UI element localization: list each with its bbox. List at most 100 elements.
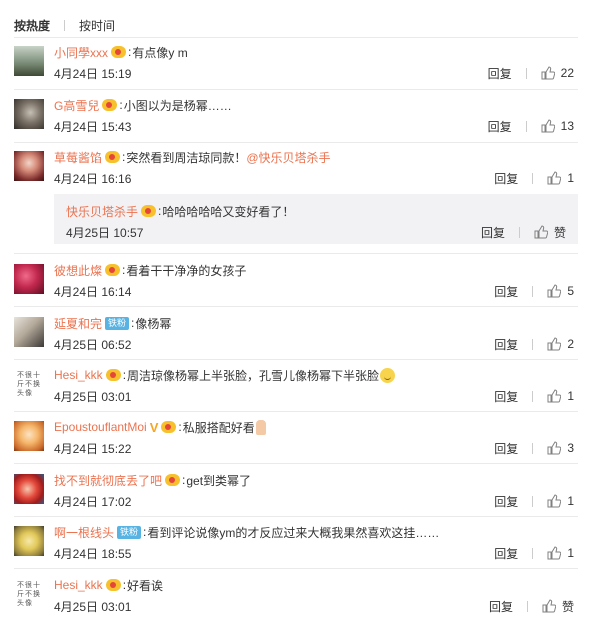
like-button[interactable]: 赞 xyxy=(534,224,566,241)
like-count: 赞 xyxy=(553,225,566,240)
fan-badge: 铁粉 xyxy=(117,525,142,539)
comment-time: 4月25日 10:57 xyxy=(66,225,144,240)
divider xyxy=(14,568,578,569)
avatar[interactable] xyxy=(14,264,44,294)
comment-item: G高雪兒 : 小图以为是杨幂…… 4月24日 15:43 回复 13 xyxy=(0,96,590,144)
like-button[interactable]: 1 xyxy=(547,546,574,560)
thumbs-up-icon xyxy=(547,171,562,185)
thumbs-up-icon xyxy=(547,441,562,455)
vip-heart-icon xyxy=(105,369,121,381)
thumbs-up-icon xyxy=(534,225,548,239)
comment-text: 周洁琼像杨幂上半张脸，孔雪儿像杨幂下半张脸 xyxy=(127,368,380,383)
thumbs-up-icon xyxy=(547,337,562,351)
divider xyxy=(14,37,578,38)
reply-button[interactable]: 回复 xyxy=(494,170,518,187)
comment-time: 4月25日 03:01 xyxy=(54,389,132,404)
avatar[interactable] xyxy=(14,46,44,76)
like-button[interactable]: 1 xyxy=(547,171,574,185)
like-button[interactable]: 1 xyxy=(547,389,574,403)
tab-sort-by-time[interactable]: 按时间 xyxy=(79,17,115,34)
mention-link[interactable]: @快乐贝塔杀手 xyxy=(246,149,330,166)
thumbs-up-icon xyxy=(547,546,562,560)
avatar[interactable] xyxy=(14,151,44,181)
reply-button[interactable]: 回复 xyxy=(494,493,518,510)
comment-text: 有点像y m xyxy=(132,45,188,60)
vip-heart-icon xyxy=(105,151,121,163)
comment-time: 4月24日 17:02 xyxy=(54,494,132,509)
reply-button[interactable]: 回复 xyxy=(489,598,513,615)
reply-button[interactable]: 回复 xyxy=(494,440,518,457)
vip-heart-icon xyxy=(105,579,121,591)
divider xyxy=(14,463,578,464)
username[interactable]: 草莓酱馅 xyxy=(54,149,102,166)
thumbs-up-icon xyxy=(547,389,562,403)
vip-heart-icon xyxy=(102,99,118,111)
username[interactable]: 彼想此燦 xyxy=(54,262,102,279)
reply-button[interactable]: 回复 xyxy=(494,336,518,353)
username[interactable]: EpoustouflantMoi xyxy=(54,420,147,434)
reply-button[interactable]: 回复 xyxy=(488,118,512,135)
comment-item: 不很十斤不换头像 Hesi_kkk : 好看诶 4月25日 03:01 回复 赞 xyxy=(0,576,590,623)
tab-separator xyxy=(64,19,66,31)
avatar[interactable] xyxy=(14,526,44,556)
comment-text: 像杨幂 xyxy=(135,316,172,331)
comment-item: 找不到就彻底丢了吧 : get到类幂了 4月24日 17:02 回复 1 xyxy=(0,471,590,519)
username[interactable]: 延夏和完 xyxy=(54,315,102,332)
like-count: 赞 xyxy=(561,599,574,614)
like-button[interactable]: 1 xyxy=(547,494,574,508)
vip-heart-icon xyxy=(141,205,157,217)
comment-text: 哈哈哈哈哈又变好看了！ xyxy=(162,204,295,219)
like-button[interactable]: 2 xyxy=(547,337,574,351)
comment-time: 4月24日 15:43 xyxy=(54,119,132,134)
username[interactable]: 小同學xxx xyxy=(54,44,108,61)
reply-button[interactable]: 回复 xyxy=(494,545,518,562)
comment-item: EpoustouflantMoi V : 私服搭配好看 4月24日 15:22 … xyxy=(0,418,590,466)
avatar[interactable]: 不很十斤不换头像 xyxy=(14,579,44,609)
avatar[interactable]: 不很十斤不换头像 xyxy=(14,369,44,399)
username[interactable]: 快乐贝塔杀手 xyxy=(66,203,138,220)
comment-text: 小图以为是杨幂…… xyxy=(123,98,232,113)
like-button[interactable]: 3 xyxy=(547,441,574,455)
like-count: 22 xyxy=(560,66,574,80)
thumbs-up-icon xyxy=(541,119,555,133)
comment-item: 延夏和完 铁粉 : 像杨幂 4月25日 06:52 回复 2 xyxy=(0,314,590,362)
comment-time: 4月24日 16:16 xyxy=(54,171,132,186)
comment-time: 4月24日 15:22 xyxy=(54,441,132,456)
username[interactable]: Hesi_kkk xyxy=(54,368,103,382)
username[interactable]: 找不到就彻底丢了吧 xyxy=(54,472,162,489)
reply-button[interactable]: 回复 xyxy=(494,388,518,405)
comment-text: 看到评论说像ym的才反应过来大概我果然喜欢这挂…… xyxy=(147,525,440,540)
like-count: 13 xyxy=(560,119,574,133)
like-button[interactable]: 赞 xyxy=(542,598,574,615)
comment-item: 啊一根线头 铁粉 : 看到评论说像ym的才反应过来大概我果然喜欢这挂…… 4月2… xyxy=(0,523,590,571)
like-button[interactable]: 22 xyxy=(541,66,574,80)
vip-heart-icon xyxy=(161,421,177,433)
avatar[interactable] xyxy=(14,99,44,129)
username[interactable]: G高雪兒 xyxy=(54,97,99,114)
like-button[interactable]: 13 xyxy=(541,119,574,133)
comment-text: 看着干干净净的女孩子 xyxy=(126,263,247,278)
username[interactable]: 啊一根线头 xyxy=(54,524,114,541)
tab-sort-by-hot[interactable]: 按热度 xyxy=(14,17,50,34)
avatar[interactable] xyxy=(14,421,44,451)
like-count: 5 xyxy=(567,284,574,298)
comment-time: 4月24日 16:14 xyxy=(54,284,132,299)
comment-item: 不很十斤不换头像 Hesi_kkk : 周洁琼像杨幂上半张脸，孔雪儿像杨幂下半张… xyxy=(0,366,590,414)
vip-heart-icon xyxy=(165,474,181,486)
thumbs-up-icon xyxy=(542,599,556,613)
like-count: 1 xyxy=(567,494,574,508)
comment-item: 草莓酱馅 : 突然看到周洁琼同款！ @快乐贝塔杀手 4月24日 16:16 回复… xyxy=(0,148,590,248)
username[interactable]: Hesi_kkk xyxy=(54,578,103,592)
avatar[interactable] xyxy=(14,474,44,504)
reply-button[interactable]: 回复 xyxy=(488,65,512,82)
reply-button[interactable]: 回复 xyxy=(481,224,505,241)
like-count: 3 xyxy=(567,441,574,455)
like-button[interactable]: 5 xyxy=(547,284,574,298)
verified-v-icon: V xyxy=(149,419,159,435)
thumbs-up-icon xyxy=(547,494,562,508)
divider xyxy=(14,411,578,412)
divider xyxy=(14,89,578,90)
comment-text: 突然看到周洁琼同款！ xyxy=(126,150,247,165)
avatar[interactable] xyxy=(14,317,44,347)
reply-button[interactable]: 回复 xyxy=(494,283,518,300)
